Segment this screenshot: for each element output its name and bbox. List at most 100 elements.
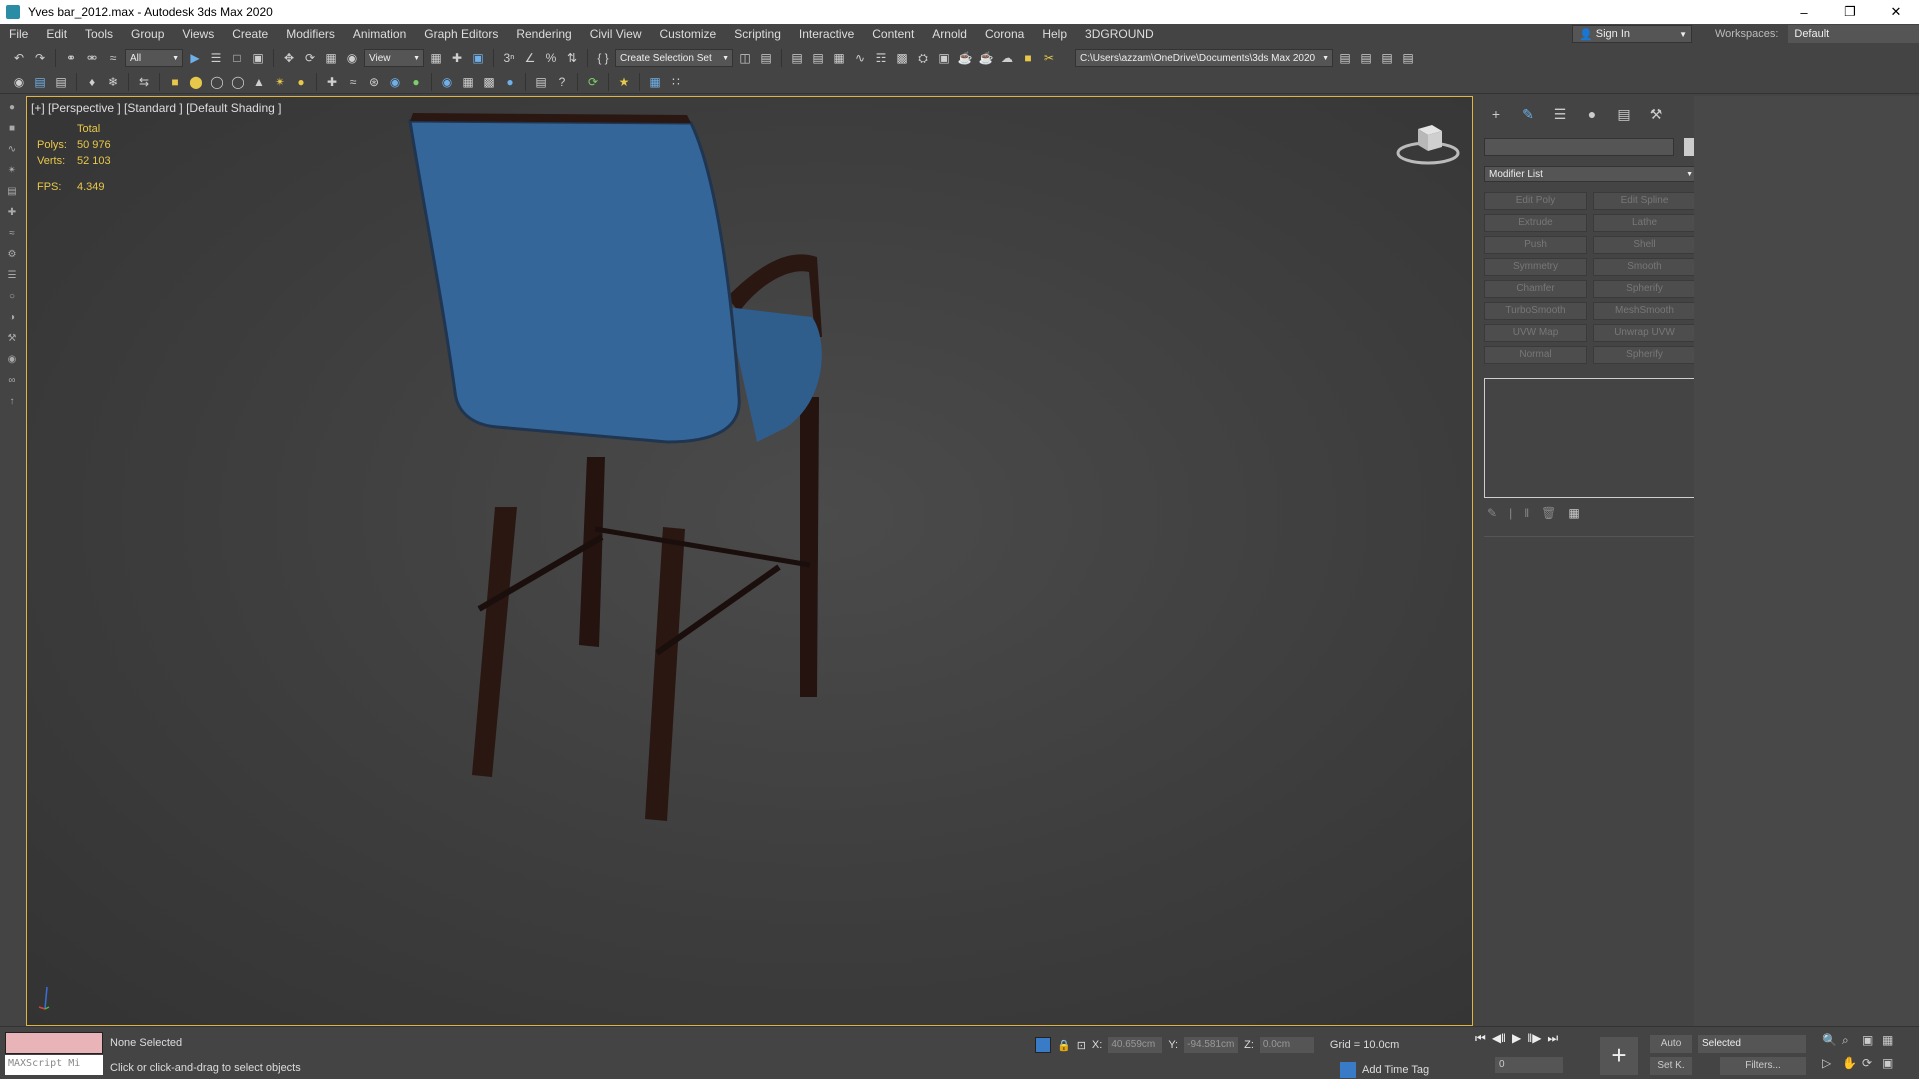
workspaces-dropdown[interactable]: Default ▼ <box>1788 25 1919 43</box>
place-icon[interactable]: ◉ <box>343 49 361 67</box>
render-in-cloud-icon[interactable]: ☁ <box>998 49 1016 67</box>
render-active-shade-icon[interactable]: ☕ <box>977 49 995 67</box>
modifier-edit-spline-button[interactable]: Edit Spline <box>1593 192 1696 210</box>
modifier-symmetry-button[interactable]: Symmetry <box>1484 258 1587 276</box>
configure-modifier-sets-icon[interactable]: ▦ <box>1568 506 1579 520</box>
auto-key-button[interactable]: Auto <box>1650 1035 1692 1053</box>
project-settings-icon[interactable]: ▤ <box>1399 49 1417 67</box>
pan-icon[interactable]: ✋ <box>1842 1056 1862 1070</box>
corona-light-icon[interactable]: ● <box>501 73 519 91</box>
cone-primitive-icon[interactable]: ▲ <box>250 73 268 91</box>
utilities-tab-icon[interactable]: ⚒ <box>1647 106 1665 124</box>
modifier-chamfer-button[interactable]: Chamfer <box>1484 280 1587 298</box>
modifier-lathe-button[interactable]: Lathe <box>1593 214 1696 232</box>
freeze-layer-icon[interactable]: ❄ <box>104 73 122 91</box>
lights-icon[interactable]: ✴ <box>6 165 18 177</box>
eye-icon[interactable]: ◉ <box>10 73 28 91</box>
field-of-view-icon[interactable]: ▷ <box>1822 1056 1842 1070</box>
set-key-button[interactable]: Set K. <box>1650 1057 1692 1075</box>
sign-in-dropdown[interactable]: 👤 Sign In ▼ <box>1572 25 1692 43</box>
menu-customize[interactable]: Customize <box>651 27 726 41</box>
walk-icon[interactable]: ↑ <box>6 396 18 408</box>
motion-tab-icon[interactable]: ● <box>1583 106 1601 124</box>
rendered-frame-window-icon[interactable]: ▣ <box>935 49 953 67</box>
pin-stack-icon[interactable]: ✎ <box>1487 506 1497 520</box>
minimize-button[interactable]: – <box>1781 0 1827 24</box>
menu-content[interactable]: Content <box>863 27 923 41</box>
undo-icon[interactable]: ↶ <box>10 49 28 67</box>
select-object-icon[interactable]: ▶ <box>186 49 204 67</box>
rectangular-selection-icon[interactable]: □ <box>228 49 246 67</box>
spinner-snap-icon[interactable]: ⇅ <box>563 49 581 67</box>
snaps-toggle-icon[interactable]: 3ⁿ <box>500 49 518 67</box>
x-coordinate-field[interactable]: 40.659cm <box>1108 1037 1163 1053</box>
schematic-view-icon[interactable]: ☶ <box>872 49 890 67</box>
modify-tab-icon[interactable]: ✎ <box>1519 106 1537 124</box>
modifier-meshsmooth-button[interactable]: MeshSmooth <box>1593 302 1696 320</box>
modifier-unwrap-uvw-button[interactable]: Unwrap UVW <box>1593 324 1696 342</box>
zoom-all-icon[interactable]: ⌕ <box>1842 1033 1862 1048</box>
pin-icon[interactable]: ★ <box>615 73 633 91</box>
layer-manager-icon[interactable]: ▤ <box>52 73 70 91</box>
sun-icon[interactable]: ● <box>292 73 310 91</box>
maximize-viewport-icon[interactable]: ▣ <box>1882 1056 1902 1070</box>
go-to-start-icon[interactable]: ⏮ <box>1475 1031 1486 1046</box>
scale-icon[interactable]: ▦ <box>322 49 340 67</box>
cameras-icon[interactable]: ▤ <box>6 186 18 198</box>
forest-pack-icon[interactable]: ▦ <box>646 73 664 91</box>
render-production-icon[interactable]: ☕ <box>956 49 974 67</box>
angle-snap-icon[interactable]: ∠ <box>521 49 539 67</box>
select-manipulate-icon[interactable]: ✚ <box>448 49 466 67</box>
new-key-icon[interactable]: + <box>1600 1037 1638 1075</box>
helpers-icon[interactable]: ✚ <box>6 207 18 219</box>
menu-scripting[interactable]: Scripting <box>725 27 790 41</box>
zoom-extents-icon[interactable]: ▣ <box>1862 1033 1882 1048</box>
move-icon[interactable]: ✥ <box>280 49 298 67</box>
project-empty-icon[interactable]: ▤ <box>1378 49 1396 67</box>
snap-icon[interactable]: ∞ <box>6 375 18 387</box>
isolate-icon[interactable]: ◉ <box>6 354 18 366</box>
project-open-icon[interactable]: ▤ <box>1336 49 1354 67</box>
project-folder-dropdown[interactable]: C:\Users\azzam\OneDrive\Documents\3ds Ma… <box>1075 49 1333 67</box>
zoom-icon[interactable]: 🔍 <box>1822 1033 1842 1048</box>
menu-group[interactable]: Group <box>122 27 173 41</box>
display-icon[interactable]: ◑ <box>6 312 18 324</box>
make-unique-icon[interactable]: ‖ <box>1524 506 1529 520</box>
percent-snap-icon[interactable]: % <box>542 49 560 67</box>
layer-icon[interactable]: ▤ <box>31 73 49 91</box>
corona-proxy-icon[interactable]: ▤ <box>532 73 550 91</box>
unlink-icon[interactable]: ⚮ <box>83 49 101 67</box>
display-tab-icon[interactable]: ▤ <box>1615 106 1633 124</box>
menu-rendering[interactable]: Rendering <box>507 27 580 41</box>
corona-render-icon[interactable]: ◉ <box>438 73 456 91</box>
utilities-icon[interactable]: ⚒ <box>6 333 18 345</box>
project-create-icon[interactable]: ▤ <box>1357 49 1375 67</box>
create-tab-icon[interactable]: + <box>1487 106 1505 124</box>
scatter-icon[interactable]: ∷ <box>667 73 685 91</box>
menu-arnold[interactable]: Arnold <box>923 27 976 41</box>
current-frame-field[interactable]: 0 <box>1495 1057 1563 1073</box>
menu-civil-view[interactable]: Civil View <box>581 27 651 41</box>
key-filters-button[interactable]: Filters... <box>1720 1057 1806 1075</box>
render-setup-icon[interactable]: ⛭ <box>914 49 932 67</box>
toggle-ribbon-icon[interactable]: ▦ <box>830 49 848 67</box>
z-coordinate-field[interactable]: 0.0cm <box>1259 1037 1314 1053</box>
container-icon[interactable]: ⇆ <box>135 73 153 91</box>
play-icon[interactable]: ▶ <box>1512 1031 1521 1046</box>
show-end-result-icon[interactable]: | <box>1509 506 1512 520</box>
modifier-spherify-button[interactable]: Spherify <box>1593 280 1696 298</box>
modifier-normal-button[interactable]: Normal <box>1484 346 1587 364</box>
modifier-push-button[interactable]: Push <box>1484 236 1587 254</box>
corona-material-icon[interactable]: ▩ <box>480 73 498 91</box>
cylinder-primitive-icon[interactable]: ⬤ <box>187 73 205 91</box>
refresh-icon[interactable]: ⟳ <box>584 73 602 91</box>
helper-icon[interactable]: ⊛ <box>365 73 383 91</box>
create-icon[interactable]: ● <box>6 102 18 114</box>
hierarchy-icon[interactable]: ☰ <box>6 270 18 282</box>
maxscript-input[interactable]: MAXScript Mi <box>5 1055 103 1075</box>
menu-file[interactable]: File <box>0 27 37 41</box>
layer-explorer-icon[interactable]: ▤ <box>809 49 827 67</box>
lock-selection-icon[interactable]: 🔒 <box>1057 1039 1071 1052</box>
bar-chair-model[interactable] <box>27 97 1473 1026</box>
restore-button[interactable]: ❐ <box>1827 0 1873 24</box>
